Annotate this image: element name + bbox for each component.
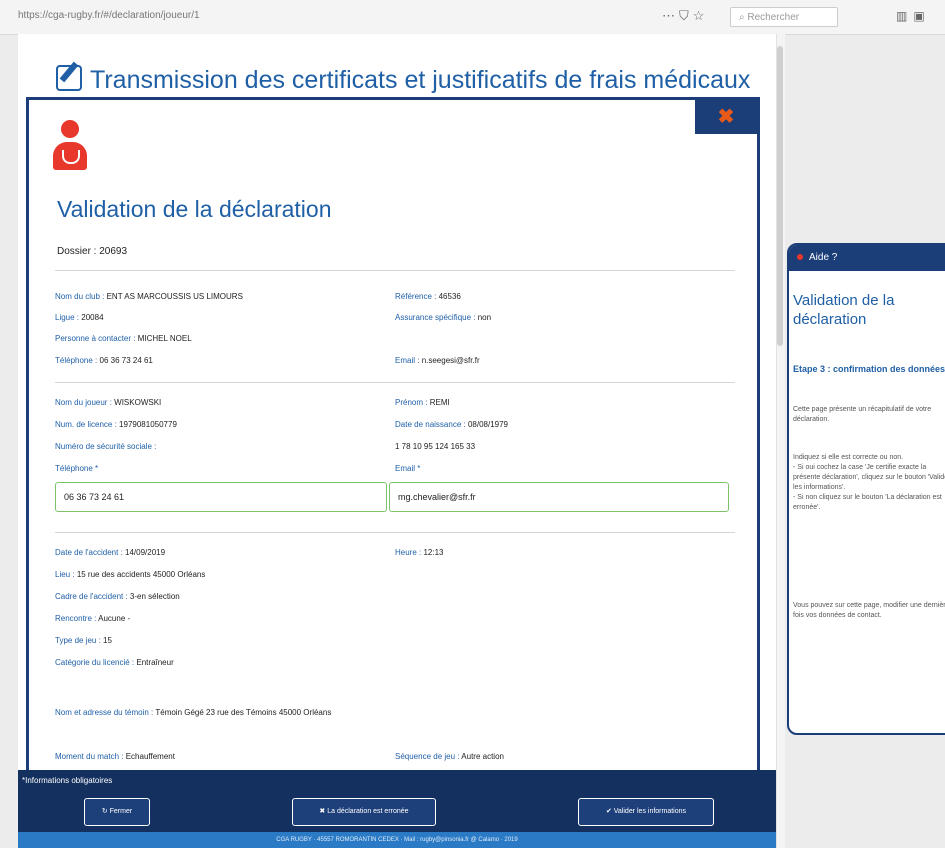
licensee-category-field: Catégorie du licencié : Entraîneur xyxy=(55,658,174,667)
doctor-icon xyxy=(53,120,87,170)
help-header[interactable]: Aide ? xyxy=(789,245,945,271)
email-label: Email * xyxy=(395,464,421,473)
sidebar-icon[interactable]: ▣ xyxy=(913,9,930,23)
declaration-error-button[interactable]: ✖ La déclaration est erronée xyxy=(292,798,436,826)
star-icon[interactable]: ☆ xyxy=(693,8,709,23)
close-button[interactable]: ↻ Fermer xyxy=(84,798,150,826)
edit-icon xyxy=(56,65,82,91)
close-icon[interactable]: ✖ xyxy=(695,100,757,134)
help-paragraph: Vous pouvez sur cette page, modifier une… xyxy=(793,602,945,619)
validate-button[interactable]: ✔ Valider les informations xyxy=(578,798,714,826)
dossier-number: Dossier : 20693 xyxy=(57,246,128,257)
browser-right-icons: ▥▣ xyxy=(896,9,931,23)
help-panel: Aide ? Validation de la déclaration Etap… xyxy=(787,243,945,735)
birth-date-field: Date de naissance : 08/08/1979 xyxy=(395,420,508,429)
play-sequence-field: Séquence de jeu : Autre action xyxy=(395,752,504,761)
more-icon[interactable]: ⋯ xyxy=(662,8,679,23)
club-phone-field: Téléphone : 06 36 73 24 61 xyxy=(55,356,153,365)
help-paragraph: Indiquez si elle est correcte ou non. - … xyxy=(793,454,945,511)
specific-insurance-field: Assurance spécifique : non xyxy=(395,313,492,322)
game-type-field: Type de jeu : 15 xyxy=(55,636,112,645)
help-paragraph: Cette page présente un récapitulatif de … xyxy=(793,406,932,423)
accident-time-field: Heure : 12:13 xyxy=(395,548,444,557)
phone-label: Téléphone * xyxy=(55,464,99,473)
accident-location-field: Lieu : 15 rue des accidents 45000 Orléan… xyxy=(55,570,206,579)
reference-field: Référence : 46536 xyxy=(395,292,461,301)
browser-search-input[interactable]: ⌕ Rechercher xyxy=(730,7,838,27)
scrollbar-thumb[interactable] xyxy=(777,46,783,346)
club-name-field: Nom du club : ENT AS MARCOUSSIS US LIMOU… xyxy=(55,292,243,301)
witness-field: Nom et adresse du témoin : Témoin Gégé 2… xyxy=(55,708,332,717)
first-name-field: Prénom : REMI xyxy=(395,398,450,407)
club-email-field: Email : n.seegesi@sfr.fr xyxy=(395,356,480,365)
help-dot-icon xyxy=(797,254,803,261)
social-security-field: Numéro de sécurité sociale : xyxy=(55,442,157,451)
phone-input[interactable]: 06 36 73 24 61 xyxy=(55,482,387,512)
match-field: Rencontre : Aucune - xyxy=(55,614,131,623)
accident-context-field: Cadre de l'accident : 3-en sélection xyxy=(55,592,180,601)
player-name-field: Nom du joueur : WISKOWSKI xyxy=(55,398,162,407)
divider xyxy=(55,382,735,383)
league-field: Ligue : 20084 xyxy=(55,313,104,322)
library-icon[interactable]: ▥ xyxy=(896,9,913,23)
page-actions: ⋯⛉☆ xyxy=(662,8,708,24)
divider xyxy=(55,532,735,533)
copyright-footer: CGA RUGBY · 45557 ROMORANTIN CEDEX · Mai… xyxy=(18,832,776,848)
contact-person-field: Personne à contacter : MICHEL NOEL xyxy=(55,334,192,343)
obligatory-note: *Informations obligatoires xyxy=(22,776,113,785)
help-title: Validation de la déclaration xyxy=(793,292,895,328)
social-security-value: 1 78 10 95 124 165 33 xyxy=(395,442,476,451)
accident-date-field: Date de l'accident : 14/09/2019 xyxy=(55,548,166,557)
validation-modal: ✖ Validation de la déclaration Dossier :… xyxy=(26,97,760,777)
help-step: Etape 3 : confirmation des données xyxy=(793,364,945,374)
browser-toolbar: https://cga-rugby.fr/#/declaration/joueu… xyxy=(0,0,945,35)
modal-title: Validation de la déclaration xyxy=(57,196,332,222)
address-bar[interactable]: https://cga-rugby.fr/#/declaration/joueu… xyxy=(18,10,200,21)
license-number-field: Num. de licence : 1979081050779 xyxy=(55,420,177,429)
email-input[interactable]: mg.chevalier@sfr.fr xyxy=(389,482,729,512)
match-moment-field: Moment du match : Echauffement xyxy=(55,752,175,761)
divider xyxy=(55,270,735,271)
shield-icon[interactable]: ⛉ xyxy=(679,8,693,23)
page-title: Transmission des certificats et justific… xyxy=(56,62,750,95)
action-bar: *Informations obligatoires ↻ Fermer ✖ La… xyxy=(18,770,776,832)
